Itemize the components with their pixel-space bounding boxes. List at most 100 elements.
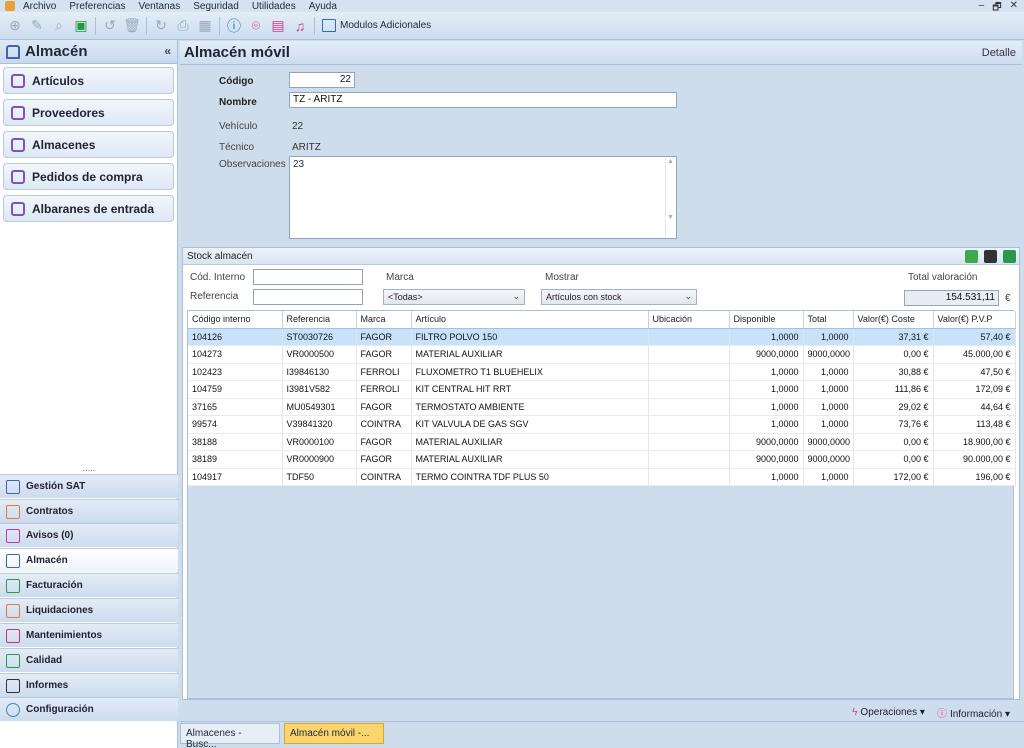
table-cell: 1,0000 <box>729 398 804 416</box>
table-row[interactable]: 104273 VR0000500 FAGOR MATERIAL AUXILIAR 900… <box>188 345 1016 364</box>
operaciones-menu[interactable]: ϟ Operaciones ▾ <box>852 707 925 718</box>
table-cell: 1,0000 <box>803 398 854 416</box>
menu-preferencias[interactable]: Preferencias <box>69 1 125 12</box>
textarea-scrollbar[interactable]: ▲ ▼ <box>665 158 675 237</box>
new-icon[interactable]: ⊕ <box>6 17 24 35</box>
cod-interno-field[interactable] <box>253 269 363 285</box>
detalle-link[interactable]: Detalle <box>982 47 1016 59</box>
table-cell: 1,0000 <box>803 363 854 381</box>
save-icon[interactable]: ▣ <box>72 17 90 35</box>
menu-ayuda[interactable]: Ayuda <box>309 1 337 12</box>
codigo-field[interactable]: 22 <box>289 72 355 88</box>
column-header[interactable]: Disponible <box>729 311 804 329</box>
table-row[interactable]: 104126 ST0030726 FAGOR FILTRO POLVO 150 1,00… <box>188 328 1016 346</box>
nav-albaranes-entrada[interactable]: Albaranes de entrada <box>3 195 174 222</box>
toolbar: ⊕ ✎ ⌕ ▣ ↺ 🗑 ↻ ⎙ ▦ ⓘ ⌾ ▤ ♫ Modulos Adicio… <box>0 12 1024 40</box>
nombre-field[interactable]: TZ - ARITZ <box>289 92 677 108</box>
table-cell: 99574 <box>188 415 283 434</box>
nav-proveedores[interactable]: Proveedores <box>3 99 174 126</box>
delete-icon[interactable]: 🗑 <box>123 17 141 35</box>
cancel-icon[interactable]: ↺ <box>101 17 119 35</box>
print-icon[interactable]: ⎙ <box>174 17 192 35</box>
tecnico-label: Técnico <box>219 142 255 153</box>
column-header[interactable]: Referencia <box>282 311 357 329</box>
table-cell: 9000,0000 <box>729 433 804 451</box>
column-header[interactable]: Valor(€) Coste <box>853 311 934 329</box>
monitor-icon <box>322 19 336 32</box>
menu-seguridad[interactable]: Seguridad <box>193 1 239 12</box>
module-mantenimientos[interactable]: Mantenimientos <box>0 623 178 647</box>
menu-bar: Archivo Preferencias Ventanas Seguridad … <box>0 0 1024 12</box>
collapse-panel-button[interactable]: « <box>164 44 171 58</box>
menu-ventanas[interactable]: Ventanas <box>139 1 181 12</box>
table-cell <box>648 468 730 486</box>
table-row[interactable]: 104917 TDF50 COINTRA TERMO COINTRA TDF PLUS… <box>188 468 1016 486</box>
column-header[interactable]: Total <box>803 311 854 329</box>
module-almacen[interactable]: Almacén <box>0 548 178 572</box>
module-contratos[interactable]: Contratos <box>0 499 178 523</box>
module-facturacion[interactable]: Facturación <box>0 573 178 597</box>
referencia-field[interactable] <box>253 289 363 305</box>
nav-pedidos-compra[interactable]: Pedidos de compra <box>3 163 174 190</box>
column-header[interactable]: Marca <box>356 311 412 329</box>
chevron-down-icon: ▾ <box>1004 708 1010 720</box>
module-configuracion[interactable]: Configuración <box>0 697 178 721</box>
module-liquidaciones[interactable]: Liquidaciones <box>0 598 178 622</box>
menu-utilidades[interactable]: Utilidades <box>252 1 296 12</box>
table-row[interactable]: 37165 MU0549301 FAGOR TERMOSTATO AMBIENTE 1,… <box>188 398 1016 416</box>
refresh-icon[interactable] <box>965 250 978 263</box>
refresh-icon[interactable]: ↻ <box>152 17 170 35</box>
stock-panel-header: Stock almacén <box>183 248 1019 265</box>
table-cell: 111,86 € <box>853 380 934 399</box>
table-cell: TDF50 <box>282 468 357 486</box>
table-row[interactable]: 104759 I3981V582 FERROLI KIT CENTRAL HIT RR… <box>188 380 1016 399</box>
module-label: Almacén <box>26 555 68 566</box>
bell-icon[interactable]: ♫ <box>291 17 309 35</box>
table-row[interactable]: 102423 I39846130 FERROLI FLUXOMETRO T1 BLUE… <box>188 363 1016 381</box>
tab-almacen-movil[interactable]: Almacén móvil -... <box>284 723 384 744</box>
print-icon[interactable] <box>984 250 997 263</box>
excel-export-icon[interactable] <box>1003 250 1016 263</box>
modulos-adicionales-button[interactable]: Modulos Adicionales <box>322 19 431 32</box>
warehouse-icon <box>6 44 20 59</box>
table-row[interactable]: 38189 VR0000900 FAGOR MATERIAL AUXILIAR 9000… <box>188 450 1016 469</box>
module-gestion-sat[interactable]: Gestión SAT <box>0 474 178 498</box>
edit-icon[interactable]: ✎ <box>28 17 46 35</box>
marca-label: Marca <box>386 272 414 283</box>
help-icon[interactable]: ⓘ <box>225 17 243 35</box>
invoice-icon <box>6 578 20 593</box>
panel-splitter[interactable]: ..... <box>0 464 178 473</box>
table-cell: I39846130 <box>282 363 357 381</box>
table-row[interactable]: 99574 V39841320 COINTRA KIT VALVULA DE GAS … <box>188 415 1016 434</box>
location-icon[interactable]: ⌾ <box>247 17 265 35</box>
tab-almacenes-busqueda[interactable]: Almacenes - Busc... <box>180 723 280 748</box>
calendar-icon[interactable]: ▤ <box>269 17 287 35</box>
settlement-icon <box>6 603 20 618</box>
observaciones-textarea[interactable]: 23 ▲ ▼ <box>289 156 677 239</box>
people-icon <box>11 105 25 120</box>
informacion-menu[interactable]: ⓘ Información ▾ <box>937 705 1010 720</box>
total-valoracion-label: Total valoración <box>908 272 978 283</box>
module-informes[interactable]: Informes <box>0 673 178 697</box>
module-avisos[interactable]: Avisos (0) <box>0 523 178 547</box>
column-header[interactable]: Artículo <box>411 311 649 329</box>
table-cell: 1,0000 <box>729 415 804 434</box>
grid-icon[interactable]: ▦ <box>196 17 214 35</box>
left-panel-title: Almacén <box>25 43 88 60</box>
search-icon[interactable]: ⌕ <box>50 17 68 35</box>
table-cell: 1,0000 <box>729 380 804 399</box>
column-header[interactable]: Ubicación <box>648 311 730 329</box>
menu-archivo[interactable]: Archivo <box>23 1 56 12</box>
marca-select[interactable]: <Todas> ⌄ <box>383 289 525 305</box>
table-cell: 104917 <box>188 468 283 486</box>
nav-articulos[interactable]: Artículos <box>3 67 174 94</box>
toolbar-separator <box>95 16 96 35</box>
mostrar-select[interactable]: Artículos con stock ⌄ <box>541 289 697 305</box>
column-header[interactable]: Valor(€) P.V.P <box>933 311 1016 329</box>
module-calidad[interactable]: Calidad <box>0 648 178 672</box>
table-row[interactable]: 38188 VR0000100 FAGOR MATERIAL AUXILIAR 9000… <box>188 433 1016 451</box>
modulos-adicionales-label: Modulos Adicionales <box>340 20 432 31</box>
column-header[interactable]: Código interno <box>188 311 283 329</box>
nav-almacenes[interactable]: Almacenes <box>3 131 174 158</box>
table-cell: 47,50 € <box>933 363 1016 381</box>
